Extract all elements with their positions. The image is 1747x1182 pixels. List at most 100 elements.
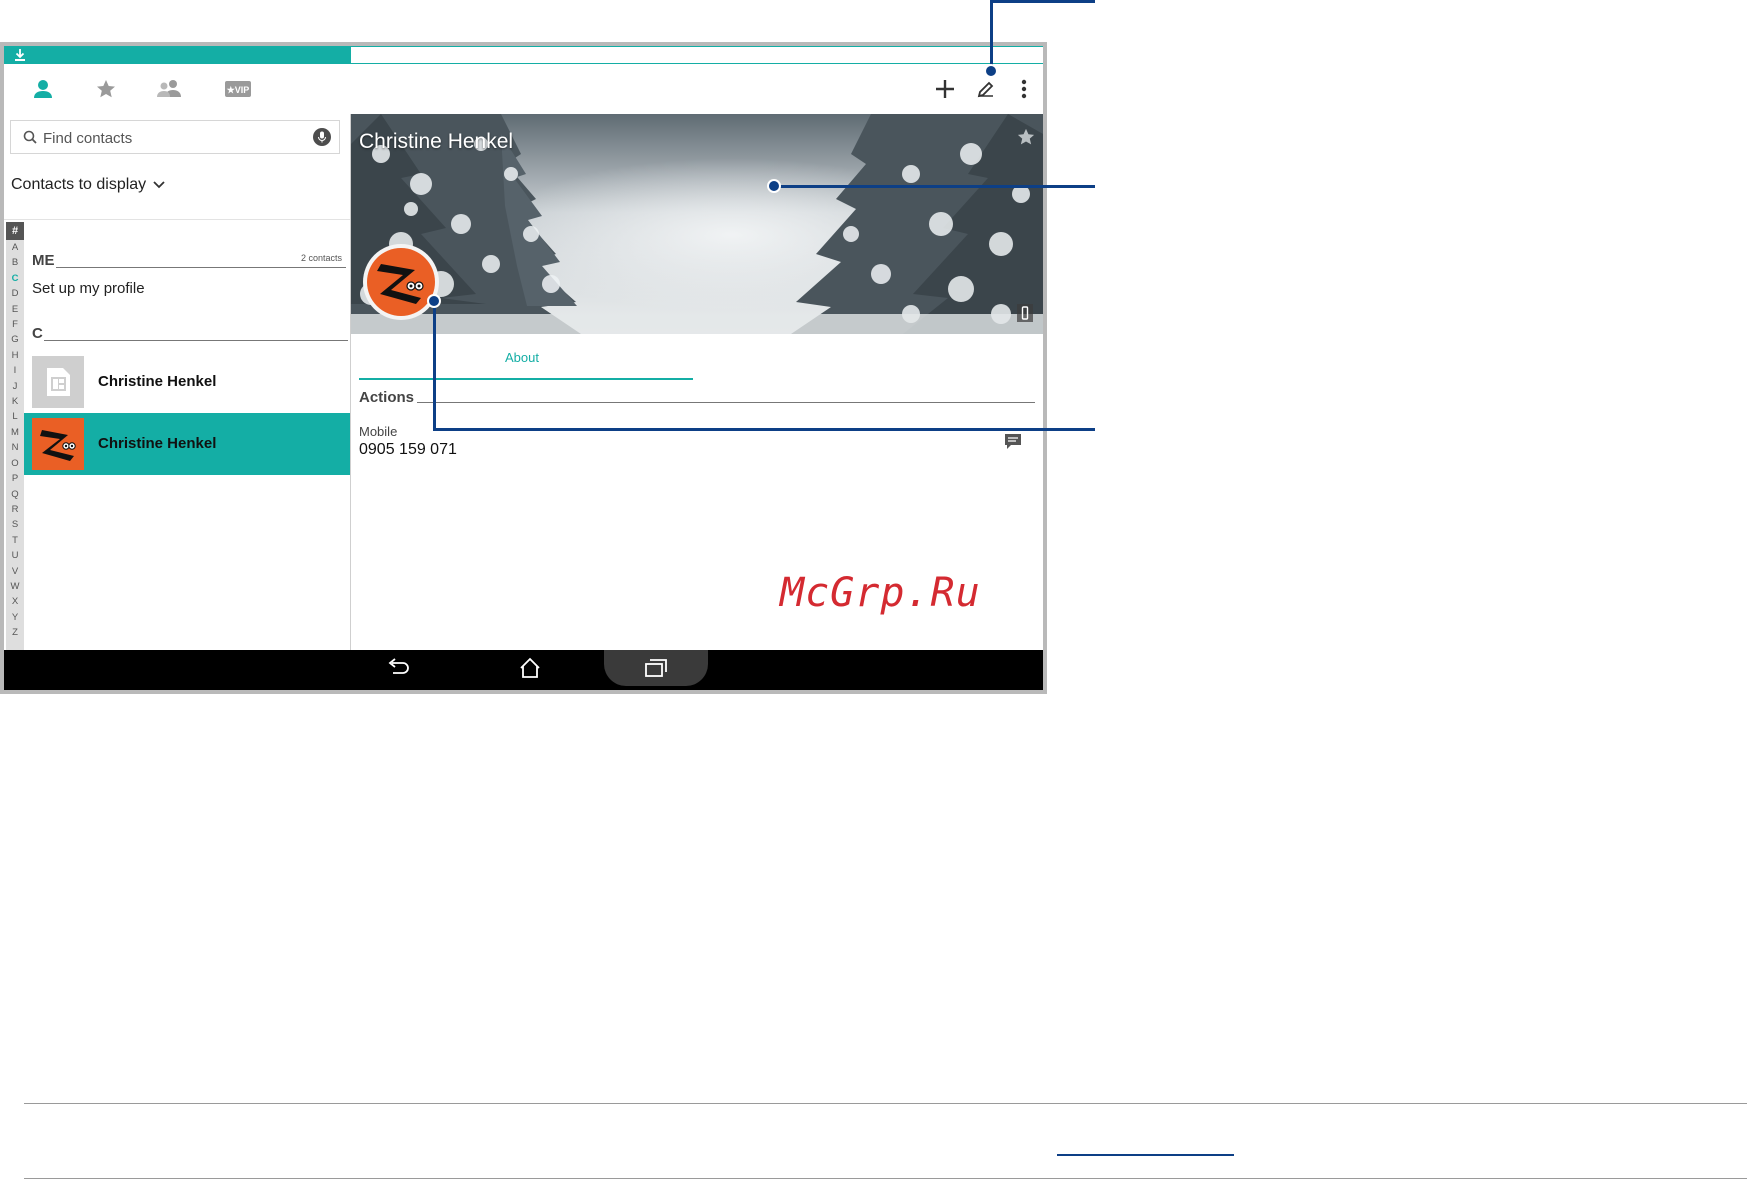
actions-divider bbox=[417, 402, 1035, 403]
index-letter[interactable]: W bbox=[11, 579, 20, 594]
add-contact-button[interactable] bbox=[930, 74, 960, 104]
contacts-list-pane: Contacts to display # ABCDEFGHIJKLMNOPQR… bbox=[4, 114, 350, 650]
index-letter[interactable]: X bbox=[12, 594, 18, 609]
index-letter[interactable]: O bbox=[11, 456, 18, 471]
avatar bbox=[367, 248, 435, 316]
sim-contact-icon bbox=[32, 356, 84, 408]
index-letter[interactable]: R bbox=[12, 502, 19, 517]
watermark: McGrp.Ru bbox=[780, 570, 981, 616]
back-button[interactable] bbox=[376, 650, 420, 686]
vip-icon: ★VIP bbox=[225, 81, 251, 97]
tab-about[interactable]: About bbox=[351, 336, 693, 380]
index-letter[interactable]: A bbox=[12, 240, 18, 255]
index-letter[interactable]: F bbox=[12, 317, 18, 332]
plus-icon bbox=[936, 80, 954, 98]
pencil-icon bbox=[977, 81, 994, 98]
search-icon bbox=[23, 130, 37, 144]
contact-row-selected[interactable]: Christine Henkel bbox=[24, 413, 350, 475]
group-icon bbox=[157, 80, 181, 97]
callout-line-cover bbox=[776, 185, 1095, 188]
index-letter[interactable]: J bbox=[13, 379, 18, 394]
contact-photo[interactable] bbox=[363, 244, 439, 320]
section-header-c: C bbox=[32, 325, 43, 342]
callout-line-edit bbox=[990, 0, 1095, 3]
contact-detail-name: Christine Henkel bbox=[359, 130, 514, 153]
index-letter[interactable]: E bbox=[12, 302, 18, 317]
setup-profile-link[interactable]: Set up my profile bbox=[32, 280, 145, 297]
index-letter[interactable]: P bbox=[12, 471, 18, 486]
search-box[interactable] bbox=[10, 120, 340, 154]
contact-count: 2 contacts bbox=[300, 253, 342, 263]
tab-vip[interactable]: ★VIP bbox=[218, 74, 258, 104]
navigation-bar bbox=[4, 650, 1043, 690]
section-header-me: ME bbox=[32, 252, 55, 269]
section-divider bbox=[56, 267, 346, 268]
edit-contact-button[interactable] bbox=[971, 74, 1001, 104]
tab-about-label: About bbox=[505, 350, 539, 365]
index-letter[interactable]: S bbox=[12, 517, 18, 532]
recent-apps-icon bbox=[645, 659, 667, 677]
index-letter[interactable]: I bbox=[14, 363, 17, 378]
status-bar: 3G 2:28 PM bbox=[4, 46, 1043, 64]
filter-label: Contacts to display bbox=[11, 176, 147, 193]
callout-dot-edit bbox=[984, 64, 998, 78]
cover-photo[interactable]: Christine Henkel bbox=[351, 114, 1043, 334]
callout-line-edit bbox=[990, 0, 993, 72]
contact-row[interactable]: Christine Henkel bbox=[24, 351, 350, 413]
index-letter[interactable]: T bbox=[12, 533, 18, 548]
recent-apps-button[interactable] bbox=[634, 650, 678, 686]
phone-type-label: Mobile bbox=[359, 424, 398, 439]
person-icon bbox=[34, 80, 52, 98]
section-divider bbox=[44, 340, 348, 341]
search-input[interactable] bbox=[41, 127, 305, 149]
overflow-menu-button[interactable] bbox=[1009, 74, 1039, 104]
callout-line-photo bbox=[433, 428, 1095, 431]
battery-icon bbox=[384, 50, 402, 60]
back-icon bbox=[388, 658, 409, 674]
actions-header: Actions bbox=[359, 389, 415, 406]
index-letters: ABCDEFGHIJKLMNOPQRSTUVWXYZ bbox=[6, 240, 24, 641]
download-icon bbox=[15, 49, 25, 61]
index-letter[interactable]: N bbox=[12, 440, 19, 455]
page-rule bbox=[24, 1103, 1747, 1104]
callout-dot-cover bbox=[767, 179, 781, 193]
index-letter[interactable]: Z bbox=[12, 625, 18, 640]
index-letter[interactable]: B bbox=[12, 255, 18, 270]
top-toolbar: ★VIP bbox=[4, 64, 1043, 114]
chevron-down-icon bbox=[153, 181, 165, 189]
star-icon bbox=[97, 80, 115, 98]
favorite-star-icon[interactable] bbox=[1017, 128, 1035, 146]
contact-name: Christine Henkel bbox=[98, 373, 217, 390]
contacts-to-display-dropdown[interactable]: Contacts to display bbox=[11, 176, 166, 194]
callout-dot-photo bbox=[427, 294, 441, 308]
mic-icon[interactable] bbox=[313, 128, 331, 146]
signal-icon bbox=[369, 49, 381, 61]
svg-text:★VIP: ★VIP bbox=[227, 85, 250, 95]
index-letter[interactable]: V bbox=[12, 564, 18, 579]
message-icon[interactable] bbox=[1003, 432, 1023, 450]
index-letter[interactable]: K bbox=[12, 394, 18, 409]
tab-favorites[interactable] bbox=[86, 74, 126, 104]
alphabet-index[interactable]: # ABCDEFGHIJKLMNOPQRSTUVWXYZ bbox=[6, 222, 24, 650]
index-letter[interactable]: U bbox=[12, 548, 19, 563]
tab-indicator bbox=[359, 378, 693, 380]
page-link-underline bbox=[1057, 1154, 1234, 1156]
index-letter[interactable]: Q bbox=[11, 487, 18, 502]
index-letter[interactable]: M bbox=[11, 425, 19, 440]
tab-contacts[interactable] bbox=[23, 74, 63, 104]
index-letter[interactable]: H bbox=[12, 348, 19, 363]
index-letter[interactable]: D bbox=[12, 286, 19, 301]
network-type: 3G bbox=[351, 49, 366, 61]
divider bbox=[4, 219, 350, 220]
index-letter[interactable]: Y bbox=[12, 610, 18, 625]
index-letter[interactable]: L bbox=[12, 409, 17, 424]
index-hash[interactable]: # bbox=[6, 222, 24, 240]
index-letter[interactable]: G bbox=[11, 332, 18, 347]
phone-number[interactable]: 0905 159 071 bbox=[359, 441, 457, 459]
callout-line-photo bbox=[433, 300, 436, 430]
index-letter[interactable]: C bbox=[12, 271, 19, 286]
phone-icon bbox=[1017, 304, 1033, 322]
avatar bbox=[32, 418, 84, 470]
tab-groups[interactable] bbox=[149, 74, 189, 104]
home-button[interactable] bbox=[508, 650, 552, 686]
